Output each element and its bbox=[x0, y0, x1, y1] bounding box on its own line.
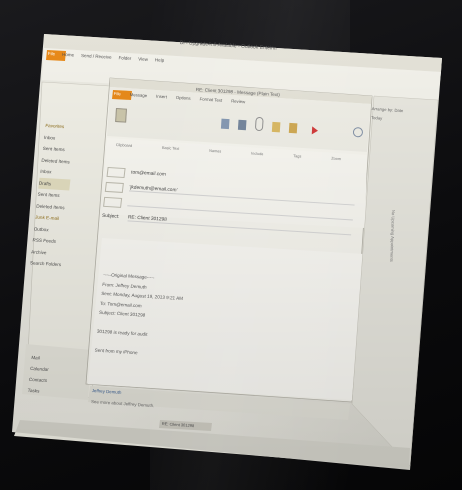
compose-header: tom@email.com 'jkdemuth@email.com' Subje… bbox=[101, 164, 357, 239]
from-value[interactable]: tom@email.com bbox=[131, 170, 166, 177]
compose-tab-insert[interactable]: Insert bbox=[156, 94, 167, 100]
compose-tab-file[interactable]: File bbox=[114, 91, 121, 96]
outlook-menu-tabs: File Home Send / Receive Folder View Hel… bbox=[48, 51, 165, 63]
signature-icon[interactable] bbox=[288, 122, 298, 134]
compose-tab-options[interactable]: Options bbox=[176, 95, 191, 101]
compose-tab-format[interactable]: Format Text bbox=[199, 96, 222, 102]
cc-button[interactable] bbox=[103, 196, 123, 208]
compose-title: RE: Client 301298 - Message (Plain Text) bbox=[195, 87, 281, 98]
screen-text-layer: Di - Upgrade4n9 Avalable - Outlook Entei… bbox=[0, 0, 462, 490]
todo-vertical-label: No Upcoming Appointments bbox=[389, 209, 396, 262]
group-include: Include bbox=[251, 151, 264, 157]
menu-tab-send-receive[interactable]: Send / Receive bbox=[81, 53, 112, 60]
menu-tab-folder[interactable]: Folder bbox=[118, 55, 131, 61]
folder-tree: Favorites Inbox Sent Items Deleted Items… bbox=[29, 120, 77, 271]
group-names: Names bbox=[209, 148, 222, 154]
zoom-icon[interactable] bbox=[352, 126, 364, 138]
taskbar-compose-item[interactable]: RE: Client 301298 bbox=[162, 421, 195, 428]
menu-tab-view[interactable]: View bbox=[138, 56, 148, 62]
compose-ribbon-icons bbox=[115, 108, 364, 138]
people-pane-info: See more about Jeffrey Demuth. bbox=[90, 398, 155, 409]
nav-tasks[interactable]: Tasks bbox=[27, 385, 47, 397]
ribbon-group-labels: Clipboard Basic Text Names Include Tags … bbox=[116, 143, 341, 161]
group-tags: Tags bbox=[293, 154, 302, 159]
group-zoom: Zoom bbox=[331, 156, 342, 162]
to-button[interactable] bbox=[104, 181, 124, 193]
people-pane-name[interactable]: Jeffrey Demuth bbox=[92, 388, 156, 397]
compose-tab-review[interactable]: Review bbox=[231, 98, 245, 104]
group-basic-text: Basic Text bbox=[161, 145, 180, 151]
menu-tab-home[interactable]: Home bbox=[62, 52, 74, 58]
people-pane: Jeffrey Demuth See more about Jeffrey De… bbox=[91, 388, 155, 408]
address-book-icon[interactable] bbox=[220, 118, 230, 130]
follow-up-flag-icon[interactable] bbox=[311, 126, 319, 135]
message-body[interactable]: -----Original Message----- From: Jeffrey… bbox=[94, 270, 343, 370]
group-clipboard: Clipboard bbox=[115, 143, 133, 149]
outlook-window-title: Di - Upgrade4n9 Avalable - Outlook Entei… bbox=[179, 40, 277, 52]
menu-tab-file[interactable]: File bbox=[48, 51, 56, 56]
todo-bar: Arrange by: Date Today bbox=[371, 104, 404, 124]
folder-item[interactable]: Search Folders bbox=[29, 257, 62, 270]
nav-bar: Mail Calendar Contacts Tasks bbox=[27, 352, 51, 397]
menu-tab-help[interactable]: Help bbox=[155, 57, 165, 63]
check-names-icon[interactable] bbox=[237, 119, 247, 131]
paste-icon[interactable] bbox=[115, 108, 127, 123]
from-button[interactable] bbox=[106, 166, 126, 178]
subject-label: Subject: bbox=[101, 213, 120, 220]
attach-file-icon[interactable] bbox=[254, 116, 264, 132]
attach-item-icon[interactable] bbox=[271, 121, 281, 133]
compose-tab-message[interactable]: Message bbox=[130, 92, 148, 98]
